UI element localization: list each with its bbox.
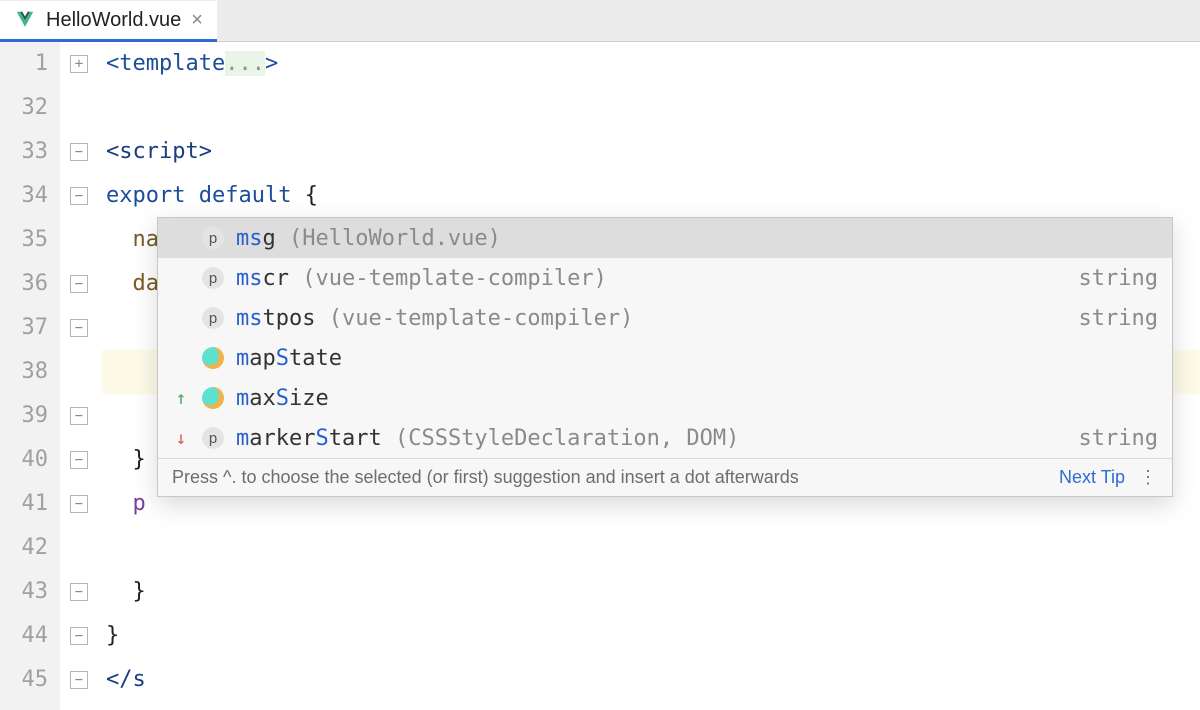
code-line[interactable]: export default { xyxy=(102,174,1200,218)
line-number: 38 xyxy=(0,350,48,394)
fold-collapse-icon[interactable]: − xyxy=(70,275,88,293)
vue-file-icon xyxy=(14,9,36,31)
fold-end-icon[interactable]: − xyxy=(70,627,88,645)
line-number: 33 xyxy=(0,130,48,174)
class-kind-icon xyxy=(202,347,224,369)
line-number: 37 xyxy=(0,306,48,350)
fold-end-icon[interactable]: − xyxy=(70,451,88,469)
fold-expand-icon[interactable]: + xyxy=(70,55,88,73)
fold-end-icon[interactable]: − xyxy=(70,671,88,689)
item-type: string xyxy=(1079,306,1158,331)
line-number: 32 xyxy=(0,86,48,130)
item-label: maxSize xyxy=(236,386,1146,411)
fold-collapse-icon[interactable]: − xyxy=(70,143,88,161)
property-kind-icon: p xyxy=(202,227,224,249)
fold-strip: + − − − − − − − − − − xyxy=(60,42,102,710)
fold-end-icon[interactable]: − xyxy=(70,583,88,601)
line-number: 42 xyxy=(0,526,48,570)
property-kind-icon: p xyxy=(202,267,224,289)
autocomplete-item[interactable]: p mscr (vue-template-compiler) string xyxy=(158,258,1172,298)
autocomplete-item[interactable]: mapState xyxy=(158,338,1172,378)
code-line[interactable]: <template...> xyxy=(102,42,1200,86)
line-number: 44 xyxy=(0,614,48,658)
editor: 1 32 33 34 35 36 37 38 39 40 41 42 43 44… xyxy=(0,42,1200,710)
autocomplete-popup: p msg (HelloWorld.vue) p mscr (vue-templ… xyxy=(157,217,1173,497)
code-line[interactable] xyxy=(102,86,1200,130)
code-line[interactable]: } xyxy=(102,570,1200,614)
next-tip-link[interactable]: Next Tip xyxy=(1059,467,1125,488)
line-number: 34 xyxy=(0,174,48,218)
line-number: 41 xyxy=(0,482,48,526)
line-number: 1 xyxy=(0,42,48,86)
item-type: string xyxy=(1079,426,1158,451)
line-number: 40 xyxy=(0,438,48,482)
fold-end-icon[interactable]: − xyxy=(70,407,88,425)
tab-bar: HelloWorld.vue × xyxy=(0,0,1200,42)
line-number: 35 xyxy=(0,218,48,262)
code-line[interactable]: } xyxy=(102,614,1200,658)
item-label: msg (HelloWorld.vue) xyxy=(236,226,1146,251)
autocomplete-item[interactable]: ↓ p markerStart (CSSStyleDeclaration, DO… xyxy=(158,418,1172,458)
line-number: 36 xyxy=(0,262,48,306)
code-line[interactable]: <script> xyxy=(102,130,1200,174)
fold-collapse-icon[interactable]: − xyxy=(70,495,88,513)
item-type: string xyxy=(1079,266,1158,291)
code-line[interactable]: </s xyxy=(102,658,1200,702)
autocomplete-footer: Press ^. to choose the selected (or firs… xyxy=(158,458,1172,496)
tab-close-icon[interactable]: × xyxy=(191,9,203,32)
fold-collapse-icon[interactable]: − xyxy=(70,187,88,205)
class-kind-icon xyxy=(202,387,224,409)
autocomplete-item[interactable]: p msg (HelloWorld.vue) xyxy=(158,218,1172,258)
tab-filename: HelloWorld.vue xyxy=(46,9,181,32)
line-number: 43 xyxy=(0,570,48,614)
line-number: 45 xyxy=(0,658,48,702)
item-label: mapState xyxy=(236,346,1146,371)
item-label: mstpos (vue-template-compiler) xyxy=(236,306,1067,331)
code-area[interactable]: <template...> <script> export default { … xyxy=(102,42,1200,710)
footer-tip-text: Press ^. to choose the selected (or firs… xyxy=(172,467,1045,488)
tab-helloworld[interactable]: HelloWorld.vue × xyxy=(0,1,217,42)
fold-collapse-icon[interactable]: − xyxy=(70,319,88,337)
more-menu-icon[interactable]: ⋮ xyxy=(1139,467,1158,488)
line-gutter: 1 32 33 34 35 36 37 38 39 40 41 42 43 44… xyxy=(0,42,60,710)
autocomplete-item[interactable]: p mstpos (vue-template-compiler) string xyxy=(158,298,1172,338)
rank-down-icon: ↓ xyxy=(172,428,190,449)
rank-up-icon: ↑ xyxy=(172,388,190,409)
autocomplete-item[interactable]: ↑ maxSize xyxy=(158,378,1172,418)
line-number: 39 xyxy=(0,394,48,438)
property-kind-icon: p xyxy=(202,427,224,449)
item-label: markerStart (CSSStyleDeclaration, DOM) xyxy=(236,426,1067,451)
code-line[interactable] xyxy=(102,526,1200,570)
property-kind-icon: p xyxy=(202,307,224,329)
item-label: mscr (vue-template-compiler) xyxy=(236,266,1067,291)
